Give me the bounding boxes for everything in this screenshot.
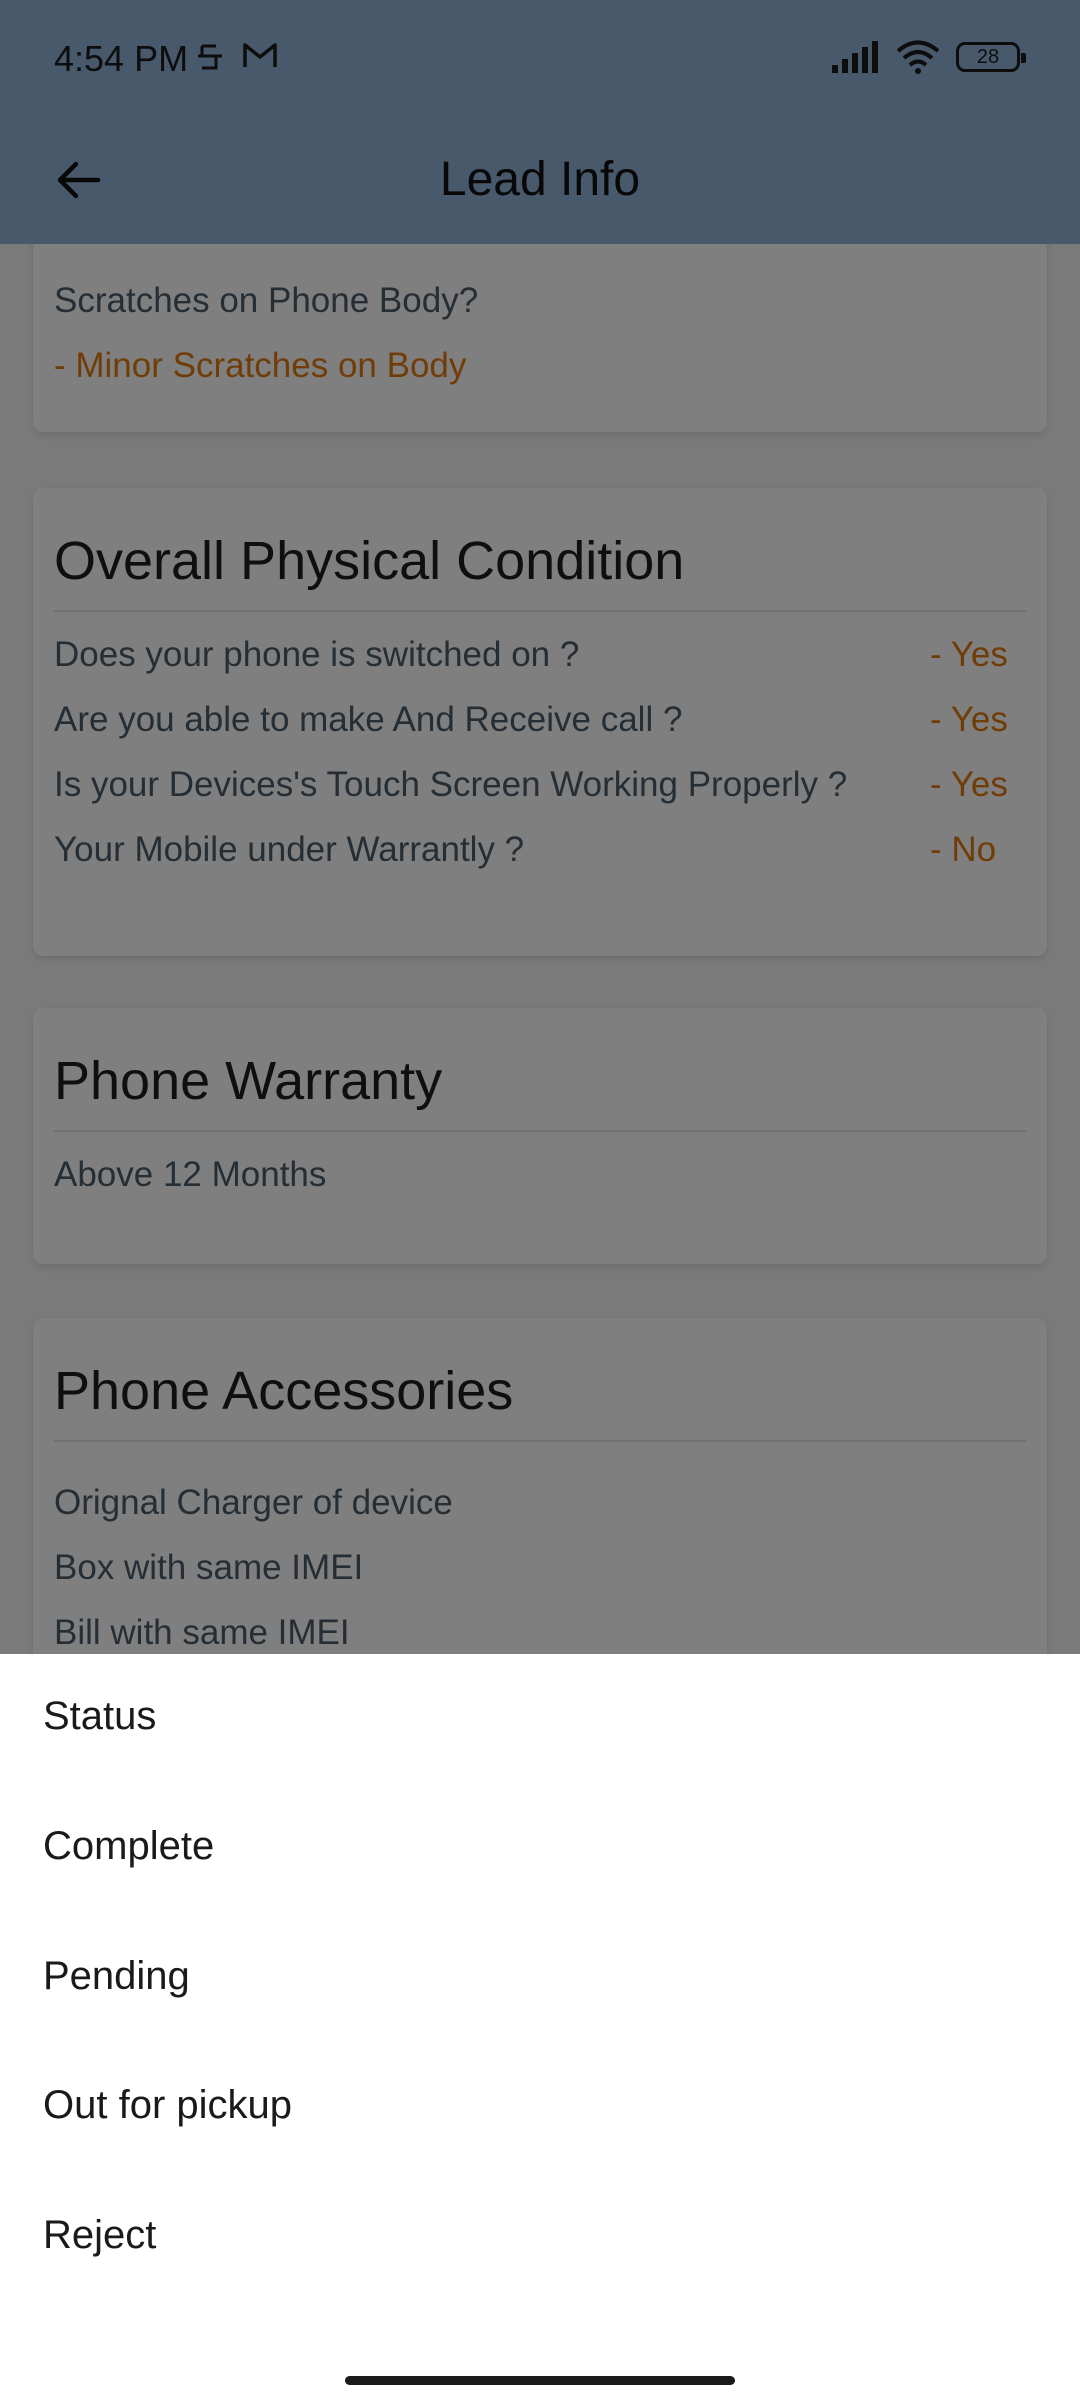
- status-option-complete[interactable]: Complete: [43, 1806, 1033, 1886]
- status-sheet-title: Status: [43, 1694, 157, 1738]
- status-option-pending[interactable]: Pending: [43, 1936, 1033, 2016]
- modal-scrim[interactable]: [0, 0, 1080, 1654]
- status-option-out-for-pickup[interactable]: Out for pickup: [43, 2065, 1033, 2145]
- status-option-reject[interactable]: Reject: [43, 2195, 1033, 2275]
- home-indicator[interactable]: [345, 2376, 735, 2385]
- status-bottom-sheet: Status Complete Pending Out for pickup R…: [0, 1654, 1080, 2400]
